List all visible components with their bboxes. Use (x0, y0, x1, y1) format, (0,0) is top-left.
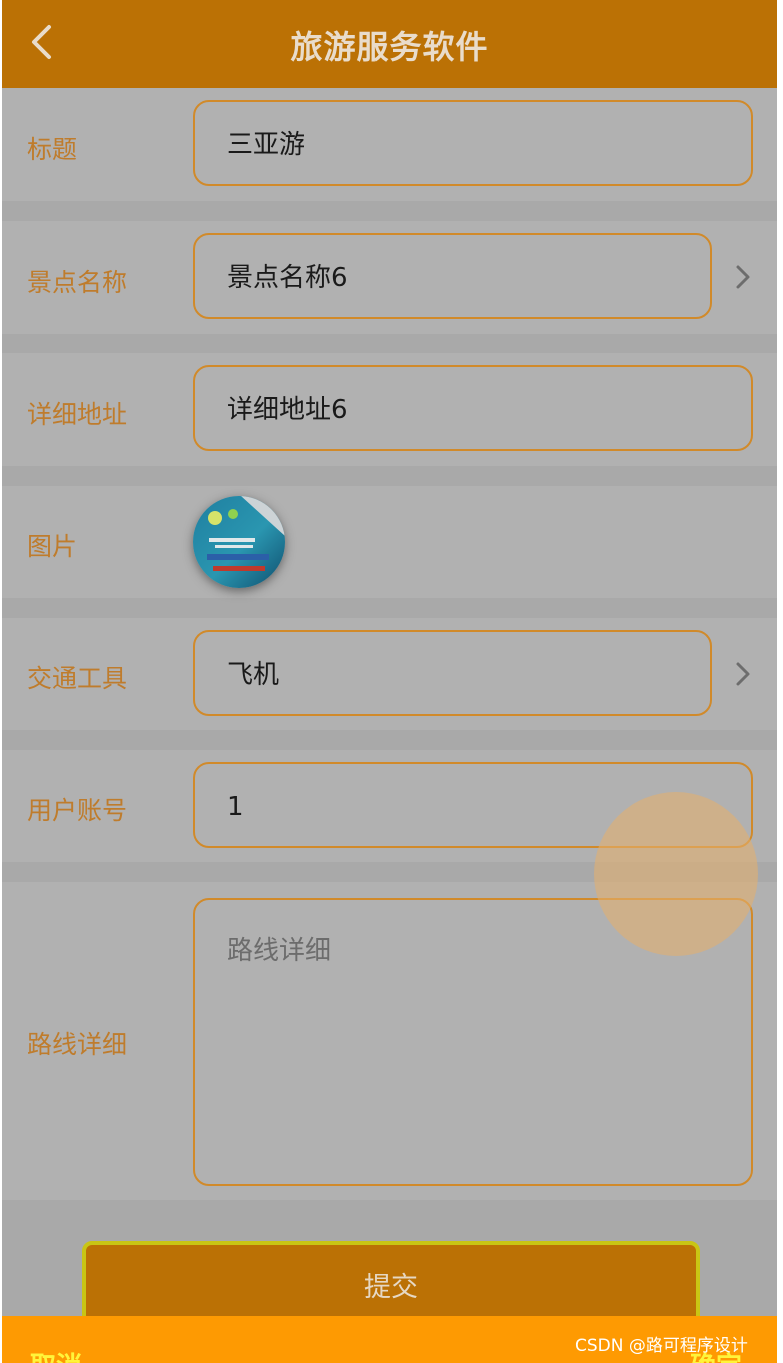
transport-select[interactable]: 飞机 (193, 630, 712, 716)
submit-label: 提交 (364, 1272, 418, 1303)
route-label: 路线详细 (27, 1030, 128, 1059)
app-screen: 旅游服务软件 标题 三亚游 景点名称 景点名称6 详细地址 详细地址6 图片 交… (2, 0, 777, 1363)
chevron-right-icon[interactable] (731, 259, 755, 295)
cancel-button[interactable]: 取消 (30, 1346, 82, 1363)
picture-thumbnail[interactable] (193, 496, 285, 588)
scenic-name-value: 景点名称6 (227, 263, 348, 293)
address-label: 详细地址 (27, 400, 128, 429)
watermark: CSDN @路可程序设计 (575, 1336, 748, 1356)
scenic-name-label: 景点名称 (27, 268, 128, 297)
form-row-address: 详细地址 详细地址6 (2, 353, 777, 466)
title-value: 三亚游 (227, 130, 306, 160)
picture-label: 图片 (27, 532, 78, 561)
top-bar: 旅游服务软件 (2, 0, 777, 88)
account-value: 1 (227, 792, 244, 822)
address-input[interactable]: 详细地址6 (193, 365, 753, 451)
scenic-name-select[interactable]: 景点名称6 (193, 233, 712, 319)
page-title: 旅游服务软件 (290, 28, 489, 66)
tap-ripple (594, 792, 758, 956)
form-row-title: 标题 三亚游 (2, 88, 777, 201)
form-row-scenic-name: 景点名称 景点名称6 (2, 221, 777, 334)
form-row-transport: 交通工具 飞机 (2, 618, 777, 730)
transport-label: 交通工具 (27, 664, 128, 693)
title-label: 标题 (27, 135, 78, 164)
form-row-picture: 图片 (2, 486, 777, 598)
title-input[interactable]: 三亚游 (193, 100, 753, 186)
route-placeholder: 路线详细 (227, 936, 332, 966)
transport-value: 飞机 (227, 660, 280, 690)
account-label: 用户账号 (27, 796, 128, 825)
address-value: 详细地址6 (227, 395, 348, 425)
chevron-right-icon[interactable] (731, 656, 755, 692)
picture-image (193, 496, 285, 588)
